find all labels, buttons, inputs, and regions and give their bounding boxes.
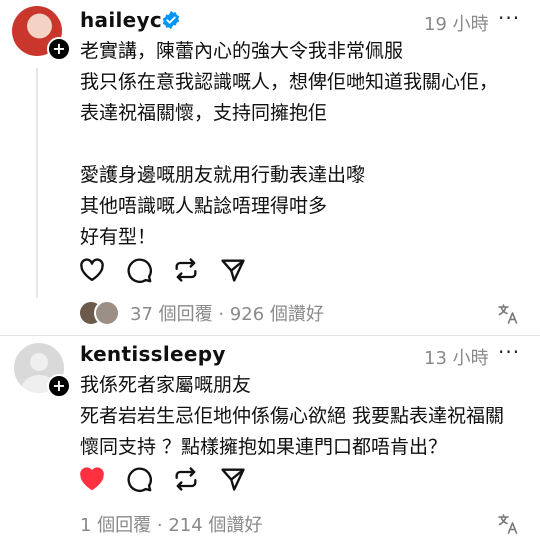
plus-icon[interactable]: + — [47, 374, 71, 398]
body-line: 懷同支持 ？點樣擁抱如果連門口都唔肯出？ — [80, 436, 448, 458]
body-line: 死者岩岩生忌佢地仲係傷心欲絕 我要點表達祝福關 — [80, 405, 505, 427]
post-haileyc: + haileyc 19 小時 ··· 老實講，陳蕾內心的強大令我非常佩服 我只… — [0, 0, 540, 336]
replier-avatar — [94, 300, 120, 326]
post-divider — [0, 335, 540, 336]
username[interactable]: haileyc — [80, 8, 162, 32]
heart-icon[interactable] — [78, 256, 108, 286]
heart-icon[interactable] — [78, 465, 108, 495]
reply-like-counts[interactable]: 1 個回覆 · 214 個讚好 — [80, 511, 262, 537]
body-blank-line — [80, 129, 530, 160]
more-options-icon[interactable]: ··· — [498, 340, 520, 364]
comment-icon[interactable] — [125, 465, 155, 495]
send-icon[interactable] — [219, 465, 249, 495]
verified-badge-icon — [162, 10, 180, 30]
thread-line — [36, 68, 38, 298]
body-line: 好有型！ — [80, 226, 157, 248]
post-time: 13 小時 — [424, 348, 489, 369]
body-line: 其他唔識嘅人點諗唔理得咁多 — [80, 195, 328, 217]
body-line: 表達祝福關懷，支持同擁抱佢 — [80, 102, 328, 124]
body-line: 愛護身邊嘅朋友就用行動表達出嚟 — [80, 164, 366, 186]
post-body: 我係死者家屬嘅朋友 死者岩岩生忌佢地仲係傷心欲絕 我要點表達祝福關 懷同支持 ？… — [80, 370, 530, 463]
body-line: 老實講，陳蕾內心的強大令我非常佩服 — [80, 40, 404, 62]
reply-like-counts[interactable]: 37 個回覆 · 926 個讚好 — [130, 300, 324, 326]
repost-icon[interactable] — [172, 465, 202, 495]
comment-icon[interactable] — [125, 256, 155, 286]
post-time: 19 小時 — [424, 14, 489, 35]
repost-icon[interactable] — [172, 256, 202, 286]
body-line: 我係死者家屬嘅朋友 — [80, 374, 252, 396]
body-line: 我只係在意我認識嘅人，想俾佢哋知道我關心佢， — [80, 71, 499, 93]
post-body: 老實講，陳蕾內心的強大令我非常佩服 我只係在意我認識嘅人，想俾佢哋知道我關心佢，… — [80, 36, 530, 253]
send-icon[interactable] — [219, 256, 249, 286]
translate-icon[interactable] — [496, 512, 520, 536]
username[interactable]: kentissleepy — [80, 342, 226, 366]
plus-icon[interactable]: + — [47, 37, 71, 61]
more-options-icon[interactable]: ··· — [498, 6, 520, 30]
translate-icon[interactable] — [496, 302, 520, 326]
